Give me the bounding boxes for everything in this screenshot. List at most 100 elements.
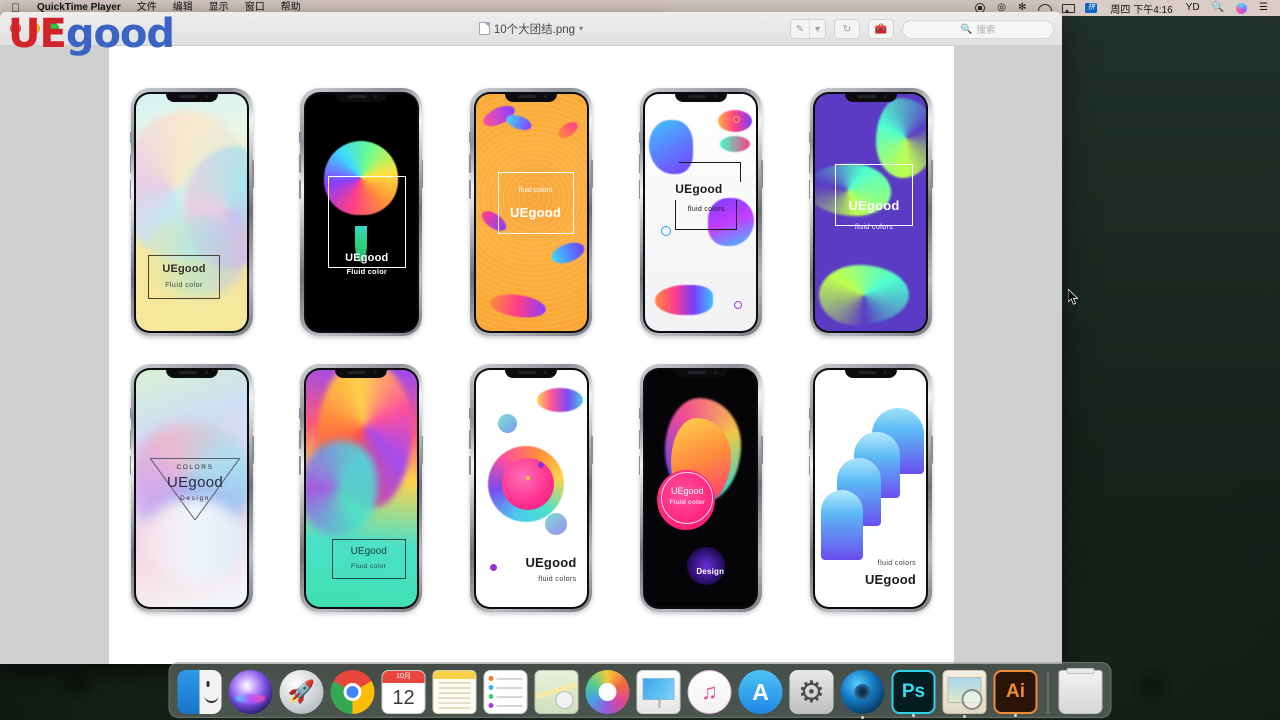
dock-item-siri[interactable] — [229, 670, 273, 714]
phone-side-button — [130, 408, 132, 419]
fluid-artwork — [655, 285, 713, 315]
phone-9-title: UEgood — [661, 486, 713, 497]
phone-side-button — [639, 132, 641, 143]
phone-screen-1: UEgood Fluid color — [136, 94, 247, 331]
phone-mockup-4: UEgood fluid colors — [640, 88, 762, 336]
phone-mockup-9: UEgood Fluid color Design — [640, 364, 762, 612]
fluid-artwork — [720, 136, 750, 152]
phone-mockup-2: UEgood Fluid color — [300, 88, 422, 336]
search-icon: 🔍 — [961, 24, 973, 35]
window-toolbar[interactable]: ✎ ▾ ↻ 🧰 🔍 搜索 — [790, 12, 1054, 46]
phone-notch — [845, 368, 897, 378]
phone-side-button — [809, 430, 811, 449]
phone-side-button — [469, 430, 471, 449]
dock-separator — [1048, 672, 1049, 714]
dock-item-quicktime-player[interactable] — [841, 670, 885, 714]
fluid-artwork — [545, 513, 567, 535]
dock-item-system-preferences[interactable] — [790, 670, 834, 714]
phone-screen-4: UEgood fluid colors — [645, 94, 756, 331]
dock-item-preview[interactable] — [943, 670, 987, 714]
phone-side-button — [639, 180, 641, 199]
dock-item-chrome[interactable] — [331, 670, 375, 714]
dock-item-appstore[interactable] — [739, 670, 783, 714]
markup-tool-group[interactable]: ✎ ▾ — [790, 19, 826, 39]
phone-row-2: COLORS UEgood Design — [131, 364, 932, 612]
phone-2-caption: UEgood Fluid color — [328, 252, 406, 277]
phone-screen-5: UEgood fluid colors — [815, 94, 926, 331]
decor-circle — [661, 226, 671, 236]
dock-item-finder[interactable] — [178, 670, 222, 714]
rotate-left-icon[interactable]: ↻ — [834, 19, 860, 39]
phone-side-button — [252, 436, 254, 464]
phone-side-button — [809, 456, 811, 475]
phone-7-subtitle: Fluid color — [333, 563, 405, 571]
user-account-label[interactable]: YD — [1180, 0, 1206, 16]
input-source-icon[interactable]: 拼 — [1079, 3, 1103, 13]
phone-8-subtitle: fluid colors — [495, 576, 577, 585]
phone-10-caption: fluid colors UEgood — [832, 560, 916, 589]
phone-side-button — [299, 430, 301, 449]
chevron-down-icon[interactable]: ▾ — [809, 20, 825, 38]
menu-bar-clock[interactable]: 周四 下午4:16 — [1103, 1, 1179, 16]
phone-bezel: UEgood fluid colors — [643, 92, 758, 333]
phone-side-button — [252, 160, 254, 188]
phone-1-caption: UEgood Fluid color — [148, 255, 220, 299]
chevron-down-icon[interactable]: ▾ — [579, 24, 583, 33]
phone-6-title: UEgood — [150, 474, 240, 493]
phone-side-button — [809, 154, 811, 173]
phone-side-button — [809, 132, 811, 143]
phone-2-subtitle: Fluid color — [328, 267, 406, 276]
dock-item-calendar[interactable]: 10月 12 — [382, 670, 426, 714]
dock-item-reminders[interactable] — [484, 670, 528, 714]
calendar-month: 10月 — [383, 671, 425, 683]
phone-3-title: UEgood — [498, 205, 574, 221]
phone-screen-9: UEgood Fluid color Design — [645, 370, 756, 607]
phone-mockup-10: fluid colors UEgood — [810, 364, 932, 612]
dock-item-photoshop[interactable] — [892, 670, 936, 714]
dock-item-itunes[interactable] — [688, 670, 732, 714]
window-title-group[interactable]: 10个大团结.png ▾ — [479, 21, 583, 37]
dock-item-launchpad[interactable] — [280, 670, 324, 714]
siri-icon[interactable] — [1230, 3, 1253, 14]
phone-9-caption: UEgood Fluid color — [661, 486, 713, 507]
phone-bezel: fluid colors UEgood — [813, 368, 928, 609]
document-icon — [479, 22, 490, 35]
fluid-artwork — [306, 441, 377, 536]
search-input[interactable]: 🔍 搜索 — [902, 20, 1054, 39]
phone-side-button — [299, 180, 301, 199]
phone-side-button — [469, 132, 471, 143]
phone-side-button — [809, 408, 811, 419]
phone-side-button — [422, 436, 424, 464]
control-center-icon[interactable]: ☰ — [1253, 0, 1274, 16]
markup-toolbox-icon[interactable]: 🧰 — [868, 19, 894, 39]
dock-item-maps[interactable] — [535, 670, 579, 714]
decor-dot — [538, 462, 544, 468]
phone-6-eyebrow: COLORS — [150, 464, 240, 472]
phone-side-button — [130, 456, 132, 475]
dock[interactable]: 10月 12 — [169, 662, 1112, 718]
spotlight-search-icon[interactable]: 🔍 — [1206, 0, 1230, 16]
dock-item-photos[interactable] — [586, 670, 630, 714]
phone-screen-7: UEgood Fluid color — [306, 370, 417, 607]
phone-mockup-5: UEgood fluid colors — [810, 88, 932, 336]
phone-bezel: UEgood Fluid color Design — [643, 368, 758, 609]
dock-item-notes[interactable] — [433, 670, 477, 714]
mouse-cursor — [1068, 289, 1080, 307]
markup-pen-icon[interactable]: ✎ — [791, 20, 809, 38]
phone-screen-10: fluid colors UEgood — [815, 370, 926, 607]
phone-notch — [166, 92, 218, 102]
image-canvas[interactable]: UEgood Fluid color — [0, 46, 1062, 664]
dock-item-trash[interactable] — [1059, 670, 1103, 714]
phone-side-button — [469, 154, 471, 173]
phone-screen-8: UEgood fluid colors — [476, 370, 587, 607]
preview-window[interactable]: 10个大团结.png ▾ ✎ ▾ ↻ 🧰 🔍 搜索 — [0, 12, 1062, 664]
phone-side-button — [639, 456, 641, 475]
phone-3-caption: fluid colors UEgood — [498, 180, 574, 222]
phone-4-bracket-bottom — [675, 200, 737, 230]
dock-item-keynote[interactable] — [637, 670, 681, 714]
phone-screen-2: UEgood Fluid color — [306, 94, 417, 331]
phone-side-button — [469, 408, 471, 419]
watermark-good: good — [66, 11, 174, 57]
dock-item-illustrator[interactable] — [994, 670, 1038, 714]
phone-bezel: UEgood Fluid color — [304, 368, 419, 609]
